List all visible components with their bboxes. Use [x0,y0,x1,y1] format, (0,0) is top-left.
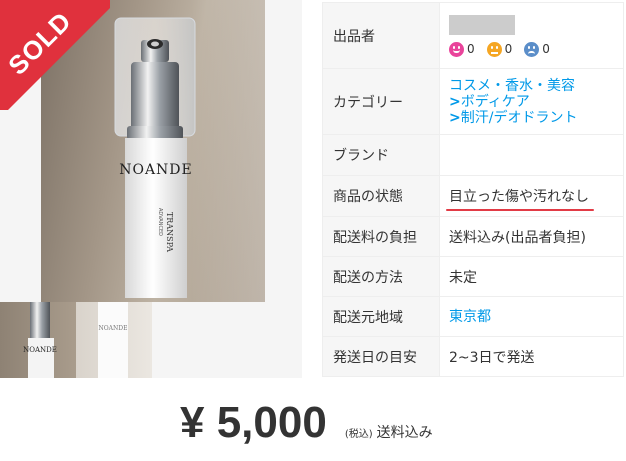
svg-text:NOANDE: NOANDE [23,346,57,354]
ship-days-label: 発送日の目安 [322,336,440,377]
seller-cell: 0 0 0 [439,2,624,69]
seller-name[interactable] [449,14,515,35]
shipping-fee-value: 送料込み(出品者負担) [439,216,624,257]
category-cell: コスメ・香水・美容 >ボディケア >制汗/デオドラント [439,68,624,135]
thumbnail-1-image: NOANDE [23,302,57,378]
chevron-right-icon: > [449,93,461,110]
condition-underline [446,209,594,211]
ship-days-value: 2~3日で発送 [439,336,624,377]
ship-days-row: 発送日の目安 2~3日で発送 [322,336,624,377]
shipping-included: 送料込み [376,425,433,441]
category-link-2-text: ボディケア [460,93,530,110]
condition-label: 商品の状態 [322,175,440,217]
category-link-2[interactable]: >ボディケア [449,94,623,110]
ship-from-link[interactable]: 東京都 [449,309,623,325]
condition-highlight: 目立った傷や汚れなし [446,186,594,211]
rating-good: 0 [449,41,475,57]
category-link-3-text: 制汗/デオドラント [460,109,578,126]
brand-row: ブランド [322,134,624,176]
price: ¥ 5,000 [180,398,327,447]
condition-value: 目立った傷や汚れなし [449,189,589,205]
shipping-fee-row: 配送料の負担 送料込み(出品者負担) [322,216,624,257]
shipping-method-label: 配送の方法 [322,256,440,297]
price-row: ¥ 5,000 (税込) 送料込み [180,398,433,448]
rating-normal-count: 0 [504,42,513,56]
rating-normal: 0 [486,41,513,57]
category-label: カテゴリー [322,68,440,135]
ship-from-cell: 東京都 [439,296,624,337]
rating-bad-count: 0 [542,42,550,56]
condition-cell: 目立った傷や汚れなし [439,175,624,217]
svg-text:NOANDE: NOANDE [99,325,128,332]
category-row: カテゴリー コスメ・香水・美容 >ボディケア >制汗/デオドラント [322,68,624,135]
shipping-method-row: 配送の方法 未定 [322,256,624,297]
svg-text:ADVANCED: ADVANCED [157,208,163,236]
thumbnail-2-image: NOANDE [98,302,128,378]
thumbnail-2[interactable]: NOANDE [76,302,152,378]
ship-from-row: 配送元地域 東京都 [322,296,624,337]
sold-badge: SOLD [0,0,110,110]
brand-value [439,134,624,176]
thumbnail-1[interactable]: NOANDE [0,302,76,378]
seller-ratings: 0 0 0 [449,41,623,57]
frown-icon [524,41,540,57]
smile-icon [449,41,464,57]
seller-row: 出品者 0 0 0 [322,2,624,69]
condition-row: 商品の状態 目立った傷や汚れなし [322,175,624,217]
category-link-1[interactable]: コスメ・香水・美容 [449,78,623,94]
product-gallery: NOANDE ADVANCED TRANSPA SOLD NOANDE NOAN… [0,0,302,378]
item-details-table: 出品者 0 0 0 カテゴリー コスメ・香水・美容 >ボディケア >制汗/デオド… [322,2,624,377]
shipping-fee-label: 配送料の負担 [322,216,440,257]
rating-good-count: 0 [467,42,475,56]
ship-from-label: 配送元地域 [322,296,440,337]
neutral-face-icon [486,41,502,57]
brand-label: ブランド [322,134,440,176]
svg-text:NOANDE: NOANDE [119,162,193,178]
svg-text:TRANSPA: TRANSPA [165,212,174,252]
rating-bad: 0 [524,41,550,57]
seller-label: 出品者 [322,2,440,69]
shipping-method-value: 未定 [439,256,624,297]
tax-note: (税込) [344,429,373,440]
chevron-right-icon: > [449,109,461,126]
thumbnail-strip: NOANDE NOANDE [0,302,152,378]
category-link-3[interactable]: >制汗/デオドラント [449,110,623,126]
